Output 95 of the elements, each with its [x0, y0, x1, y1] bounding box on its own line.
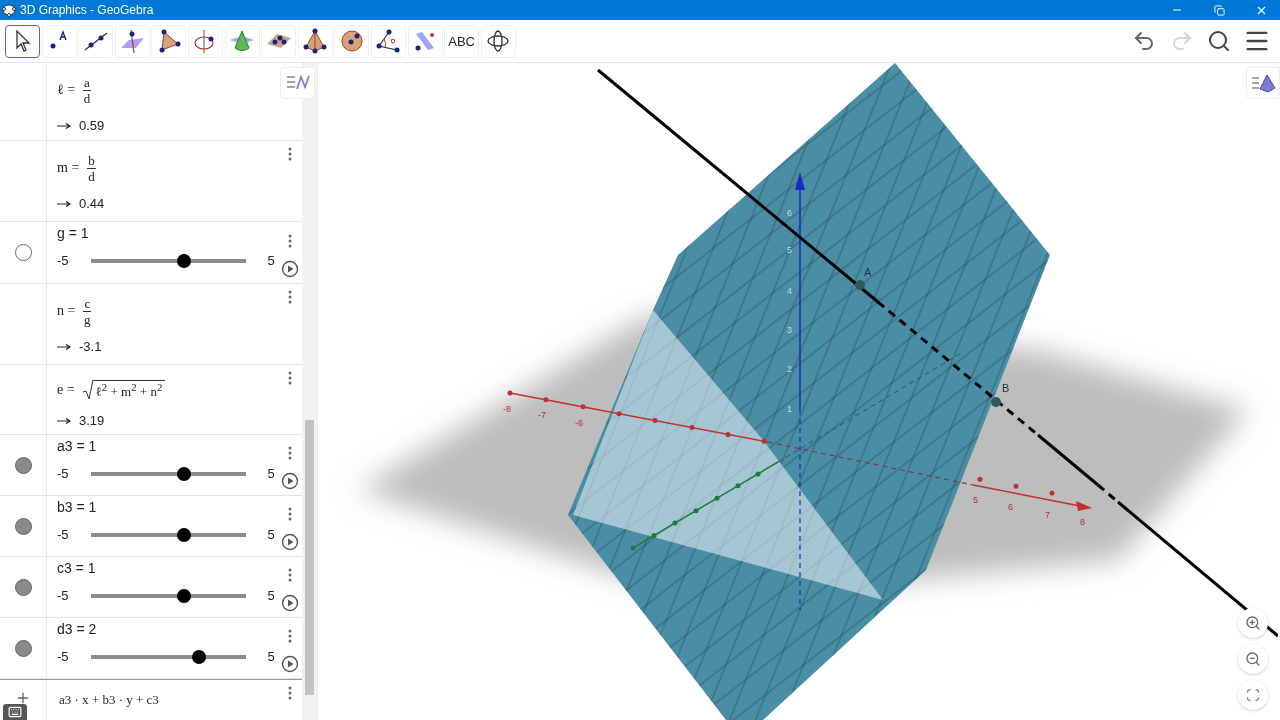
- visibility-toggle[interactable]: [14, 244, 32, 261]
- play-button[interactable]: [281, 533, 300, 551]
- slider-thumb[interactable]: [176, 588, 191, 603]
- style-bar-toggle[interactable]: [1246, 67, 1280, 99]
- slider-label: a3 = 1: [57, 438, 98, 454]
- slider-thumb[interactable]: [176, 253, 191, 268]
- text-tool-button[interactable]: ABC: [444, 24, 480, 58]
- play-button[interactable]: [281, 259, 300, 278]
- axis-label: 5: [973, 495, 978, 505]
- axis-label: 5: [787, 245, 792, 255]
- point-label: A: [864, 266, 872, 278]
- play-button[interactable]: [281, 594, 300, 612]
- play-button[interactable]: [281, 472, 300, 490]
- point: [855, 280, 865, 290]
- axis-label: 6: [1008, 502, 1013, 512]
- search-icon: [1207, 29, 1232, 53]
- more-icon[interactable]: [288, 507, 293, 521]
- fraction: b d: [87, 152, 96, 184]
- slider-min: -5: [57, 466, 69, 481]
- more-icon[interactable]: [288, 371, 293, 385]
- point-label: B: [1002, 382, 1010, 394]
- arrow-icon: [57, 200, 71, 207]
- input-field[interactable]: a3 · x + b3 · y + c3: [47, 680, 279, 720]
- slider-thumb[interactable]: [192, 649, 207, 664]
- fraction: c g: [83, 295, 92, 327]
- app-icon: [2, 3, 16, 17]
- more-icon[interactable]: [288, 568, 293, 582]
- axis-label: 3: [787, 325, 792, 335]
- plane-line-icon: [119, 28, 146, 54]
- slider-min: -5: [57, 253, 69, 268]
- tool-button[interactable]: [5, 24, 40, 58]
- point: [991, 397, 1001, 407]
- slider-max: 5: [267, 649, 275, 664]
- variable-name: e =: [57, 382, 75, 398]
- axis-label: 1: [787, 404, 792, 414]
- scrollbar[interactable]: [302, 63, 317, 720]
- axis-label: 4: [787, 286, 792, 296]
- slider-max: 5: [267, 466, 275, 481]
- result-value: 0.44: [79, 196, 105, 211]
- sphere-icon: [338, 28, 365, 54]
- more-icon[interactable]: [288, 233, 293, 248]
- axis-label: 7: [1045, 510, 1050, 520]
- zoom-in-icon: [1245, 615, 1261, 631]
- arrow-icon: [57, 343, 71, 350]
- angle-icon: [375, 28, 402, 54]
- arrow-icon: [57, 417, 71, 424]
- axis-label: 8: [1080, 517, 1085, 527]
- slider-max: 5: [267, 588, 275, 603]
- keyboard-button[interactable]: [3, 704, 27, 720]
- play-button[interactable]: [281, 655, 300, 673]
- slider-label: b3 = 1: [57, 499, 98, 515]
- arrow-icon: [57, 122, 71, 129]
- more-icon[interactable]: [288, 147, 293, 161]
- restore-icon: [1213, 4, 1225, 16]
- visibility-toggle[interactable]: [14, 456, 32, 474]
- result-value: 0.59: [79, 118, 105, 133]
- slider-min: -5: [57, 649, 69, 664]
- fraction: a d: [83, 74, 91, 106]
- variable-name: ℓ =: [57, 82, 76, 98]
- result-value: 3.19: [79, 413, 105, 428]
- more-icon[interactable]: [288, 629, 293, 643]
- visibility-toggle[interactable]: [14, 578, 32, 596]
- root-sign-icon: [82, 380, 93, 401]
- slider-thumb[interactable]: [176, 466, 191, 481]
- slider-max: 5: [267, 527, 275, 542]
- visibility-toggle[interactable]: [14, 517, 32, 535]
- more-icon[interactable]: [288, 446, 293, 460]
- axis-label: 2: [787, 364, 792, 374]
- pyramid-icon: [1250, 73, 1276, 93]
- zoom-out-icon: [1245, 651, 1261, 667]
- slider-label: c3 = 1: [57, 560, 97, 576]
- zoom-out-button[interactable]: [1238, 644, 1268, 674]
- pyramid-icon: [302, 28, 329, 54]
- axis-label: -7: [538, 410, 546, 420]
- fullscreen-icon: [1246, 688, 1260, 702]
- slider-min: -5: [57, 588, 69, 603]
- variable-name: m =: [57, 160, 80, 176]
- slider-max: 5: [267, 253, 275, 268]
- slider-label: d3 = 2: [57, 621, 98, 637]
- window-title: 3D Graphics - GeoGebra: [20, 3, 155, 17]
- result-value: -3.1: [79, 339, 102, 354]
- axis-label: -6: [575, 418, 583, 428]
- axis-label: -8: [503, 404, 511, 414]
- visibility-toggle[interactable]: [14, 639, 32, 657]
- slider-thumb[interactable]: [176, 527, 191, 542]
- radicand: ℓ$^{2}$ + m$^{2}$ + n$^{2}$: [92, 379, 166, 401]
- style-bar-toggle[interactable]: [280, 67, 315, 99]
- variable-name: n =: [57, 303, 76, 319]
- more-icon[interactable]: [288, 686, 293, 700]
- more-icon[interactable]: [288, 290, 293, 304]
- zoom-in-button[interactable]: [1238, 608, 1268, 638]
- add-icon[interactable]: [15, 690, 31, 706]
- slider-min: -5: [57, 527, 69, 542]
- slider-label: g = 1: [57, 225, 90, 241]
- axis-label: 6: [787, 208, 792, 218]
